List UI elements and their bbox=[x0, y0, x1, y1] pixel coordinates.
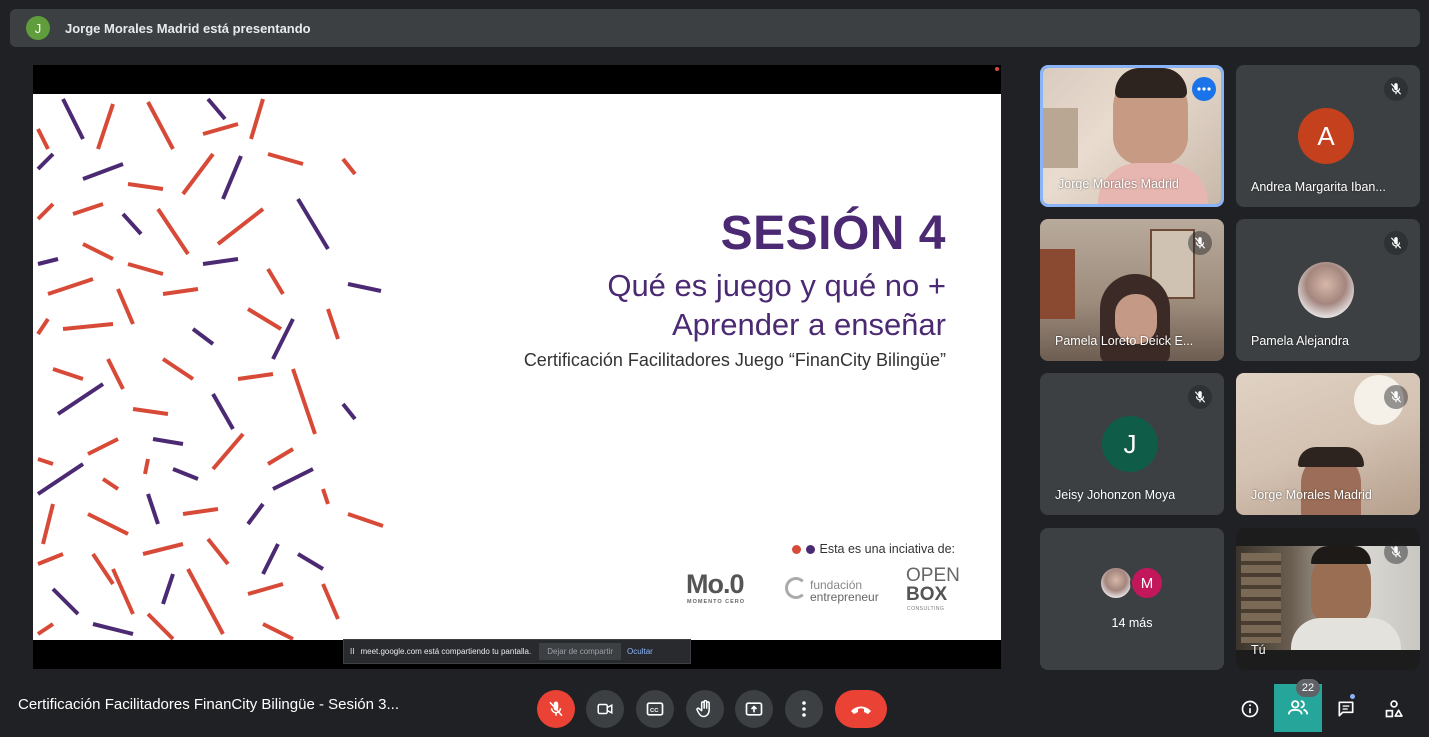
participant-tile[interactable]: Pamela Loreto Deick E... bbox=[1040, 219, 1224, 361]
screen-share-bar: II meet.google.com está compartiendo tu … bbox=[343, 639, 691, 664]
people-icon bbox=[1287, 700, 1309, 715]
more-options-icon[interactable] bbox=[1192, 77, 1216, 101]
share-bar-text: meet.google.com está compartiendo tu pan… bbox=[360, 647, 532, 656]
presenter-avatar: J bbox=[26, 16, 50, 40]
mic-off-icon bbox=[1384, 385, 1408, 409]
slide-subtitle-line1: Qué es juego y qué no + bbox=[607, 268, 946, 303]
more-icon bbox=[802, 701, 806, 717]
info-icon bbox=[1241, 700, 1259, 718]
hide-button[interactable]: Ocultar bbox=[627, 647, 653, 656]
participant-name: Andrea Margarita Iban... bbox=[1251, 180, 1386, 194]
slide-caption: Certificación Facilitadores Juego “Finan… bbox=[523, 350, 946, 370]
mic-off-icon bbox=[549, 701, 563, 717]
participant-name: Jorge Morales Madrid bbox=[1251, 488, 1372, 502]
purple-dot-icon bbox=[805, 544, 815, 554]
people-count-badge: 22 bbox=[1296, 679, 1320, 697]
participant-name: Jeisy Johonzon Moya bbox=[1055, 488, 1176, 502]
chat-button[interactable] bbox=[1331, 694, 1361, 724]
slide-subtitle-line2: Aprender a enseñar bbox=[671, 307, 946, 342]
initiative-text: Esta es una inciativa de: bbox=[819, 542, 956, 556]
captions-icon: CC bbox=[646, 702, 664, 716]
participant-avatar: M bbox=[1130, 566, 1164, 600]
more-options-button[interactable] bbox=[785, 690, 823, 728]
momento-cero-logo-sub: MOMENTO CERO bbox=[687, 599, 746, 605]
red-dot-icon bbox=[791, 544, 801, 554]
end-call-button[interactable] bbox=[835, 690, 887, 728]
mic-off-icon bbox=[1384, 540, 1408, 564]
participant-tile[interactable]: A Andrea Margarita Iban... bbox=[1236, 65, 1420, 207]
stop-sharing-button[interactable]: Dejar de compartir bbox=[539, 643, 622, 660]
participant-tile[interactable]: J Jeisy Johonzon Moya bbox=[1040, 373, 1224, 515]
slide-title: SESIÓN 4 bbox=[720, 207, 946, 260]
activities-icon bbox=[1385, 700, 1403, 718]
captions-button[interactable]: CC bbox=[636, 690, 674, 728]
more-participants-tile[interactable]: M 14 más bbox=[1040, 528, 1224, 670]
slide-subtitle: Qué es juego y qué no + Aprender a enseñ… bbox=[607, 266, 946, 344]
meeting-info-button[interactable] bbox=[1235, 694, 1265, 724]
mic-toggle-button[interactable] bbox=[537, 690, 575, 728]
participant-name: Pamela Alejandra bbox=[1251, 334, 1349, 348]
recording-dot bbox=[995, 67, 999, 71]
participant-avatar: J bbox=[1102, 416, 1158, 472]
fundacion-logo-line2: entrepreneur bbox=[810, 590, 879, 604]
openbox-logo-line1: OPEN bbox=[906, 565, 960, 586]
participant-tile[interactable]: Jorge Morales Madrid bbox=[1236, 373, 1420, 515]
participant-name: Tú bbox=[1251, 643, 1266, 657]
meeting-title: Certificación Facilitadores FinanCity Bi… bbox=[18, 696, 399, 713]
pause-icon: II bbox=[350, 647, 355, 656]
mic-off-icon bbox=[1188, 231, 1212, 255]
present-icon bbox=[745, 702, 763, 716]
presenting-banner: J Jorge Morales Madrid está presentando bbox=[10, 9, 1420, 47]
more-participants-label: 14 más bbox=[1111, 616, 1153, 630]
camera-toggle-button[interactable] bbox=[586, 690, 624, 728]
openbox-logo-line3: CONSULTING bbox=[907, 606, 945, 612]
participant-tile[interactable]: Pamela Alejandra bbox=[1236, 219, 1420, 361]
participant-tile-self[interactable]: Tú bbox=[1236, 528, 1420, 670]
activities-button[interactable] bbox=[1379, 694, 1409, 724]
present-button[interactable] bbox=[735, 690, 773, 728]
presentation-slide: SESIÓN 4 Qué es juego y qué no + Aprende… bbox=[33, 94, 1001, 640]
participant-photo bbox=[1298, 262, 1354, 318]
camera-icon bbox=[597, 703, 613, 715]
end-call-icon bbox=[851, 706, 871, 714]
slide-initiative: Esta es una inciativa de: bbox=[791, 542, 956, 556]
raise-hand-icon bbox=[696, 699, 710, 718]
people-button[interactable]: 22 bbox=[1274, 679, 1322, 732]
fundacion-logo-icon bbox=[785, 577, 807, 599]
chat-icon bbox=[1338, 701, 1354, 717]
mic-off-icon bbox=[1384, 231, 1408, 255]
momento-cero-logo: Mo.0 bbox=[686, 569, 745, 599]
raise-hand-button[interactable] bbox=[686, 690, 724, 728]
participant-tile[interactable]: Jorge Morales Madrid bbox=[1040, 65, 1224, 207]
openbox-logo-line2: BOX bbox=[906, 584, 948, 605]
participant-name: Jorge Morales Madrid bbox=[1058, 177, 1179, 191]
presenting-text: Jorge Morales Madrid está presentando bbox=[65, 20, 311, 36]
participant-avatar: A bbox=[1298, 108, 1354, 164]
presentation-stage: SESIÓN 4 Qué es juego y qué no + Aprende… bbox=[33, 65, 1001, 669]
participant-name: Pamela Loreto Deick E... bbox=[1055, 334, 1194, 348]
participant-photo bbox=[1099, 566, 1133, 600]
mic-off-icon bbox=[1188, 385, 1212, 409]
mic-off-icon bbox=[1384, 77, 1408, 101]
svg-text:CC: CC bbox=[650, 708, 659, 714]
slide-decoration bbox=[36, 97, 384, 640]
